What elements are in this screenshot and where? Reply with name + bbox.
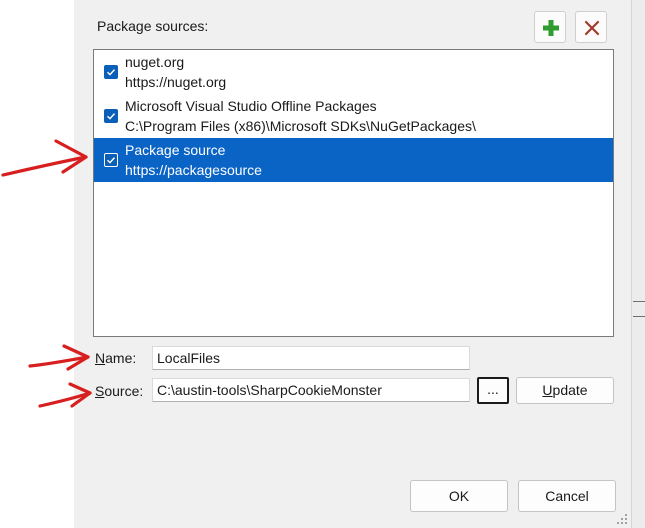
red-annotation-arrows bbox=[1, 139, 92, 408]
